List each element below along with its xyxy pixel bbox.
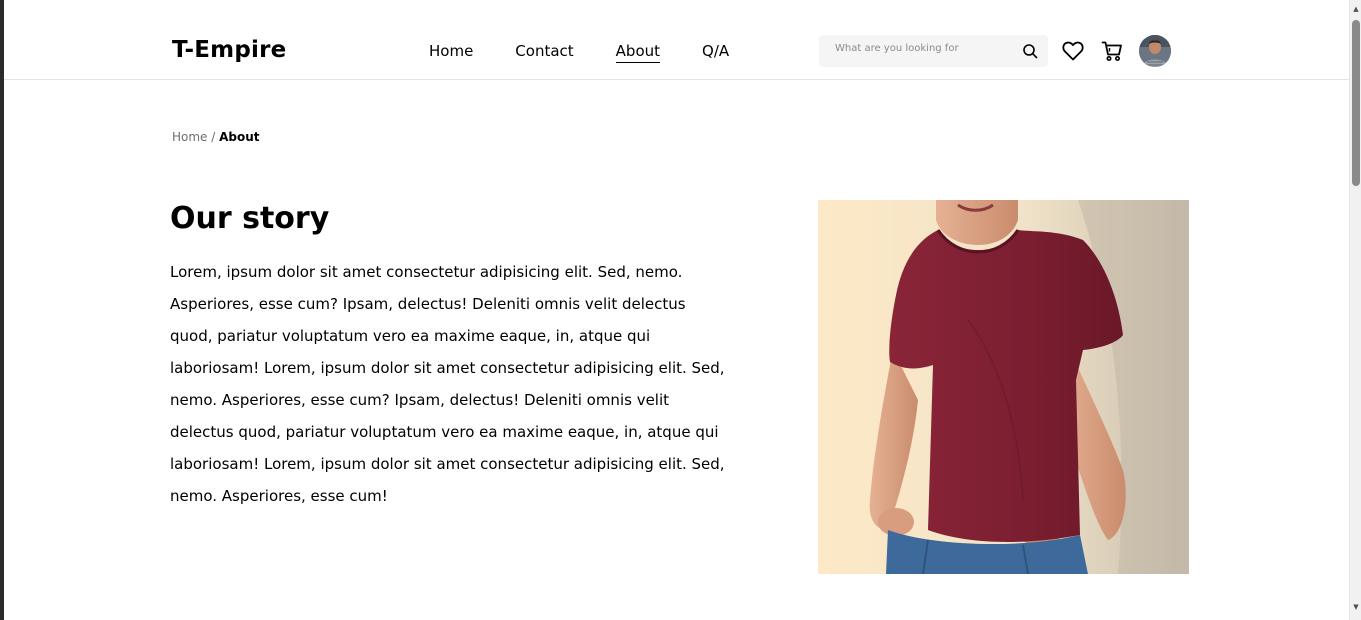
nav-contact[interactable]: Contact	[515, 42, 573, 63]
site-logo[interactable]: T-Empire	[172, 37, 286, 63]
scroll-up-icon[interactable]: ▲	[1350, 2, 1361, 16]
nav-home[interactable]: Home	[429, 42, 473, 63]
story-body: Lorem, ipsum dolor sit amet consectetur …	[170, 263, 725, 505]
scrollbar-thumb[interactable]	[1352, 20, 1360, 186]
vertical-scrollbar[interactable]: ▲ ▼	[1349, 0, 1361, 620]
breadcrumb-separator: /	[207, 130, 220, 144]
site-header: T-Empire Home Contact About Q/A	[4, 0, 1349, 80]
cart-icon	[1101, 41, 1122, 61]
search-input[interactable]	[835, 43, 1015, 54]
scroll-down-icon[interactable]: ▼	[1350, 600, 1361, 614]
our-story-section: Our story Lorem, ipsum dolor sit amet co…	[170, 200, 730, 512]
nav-about[interactable]: About	[615, 42, 661, 63]
cart-button[interactable]	[1101, 40, 1123, 62]
breadcrumb: Home / About	[172, 130, 260, 144]
breadcrumb-current: About	[219, 130, 260, 144]
main-nav: Home Contact About Q/A	[429, 42, 771, 63]
breadcrumb-home[interactable]: Home	[172, 130, 207, 144]
story-title: Our story	[170, 201, 330, 236]
avatar[interactable]	[1139, 35, 1171, 67]
window-edge	[0, 0, 4, 620]
model-tshirt-image	[818, 200, 1189, 574]
search-icon[interactable]	[1022, 43, 1038, 59]
nav-qa[interactable]: Q/A	[702, 42, 729, 63]
wishlist-button[interactable]	[1062, 40, 1084, 62]
search-box	[819, 35, 1048, 67]
heart-icon	[1062, 41, 1084, 61]
user-avatar-image	[1139, 35, 1171, 67]
tshirt-photo-illustration	[818, 200, 1189, 574]
